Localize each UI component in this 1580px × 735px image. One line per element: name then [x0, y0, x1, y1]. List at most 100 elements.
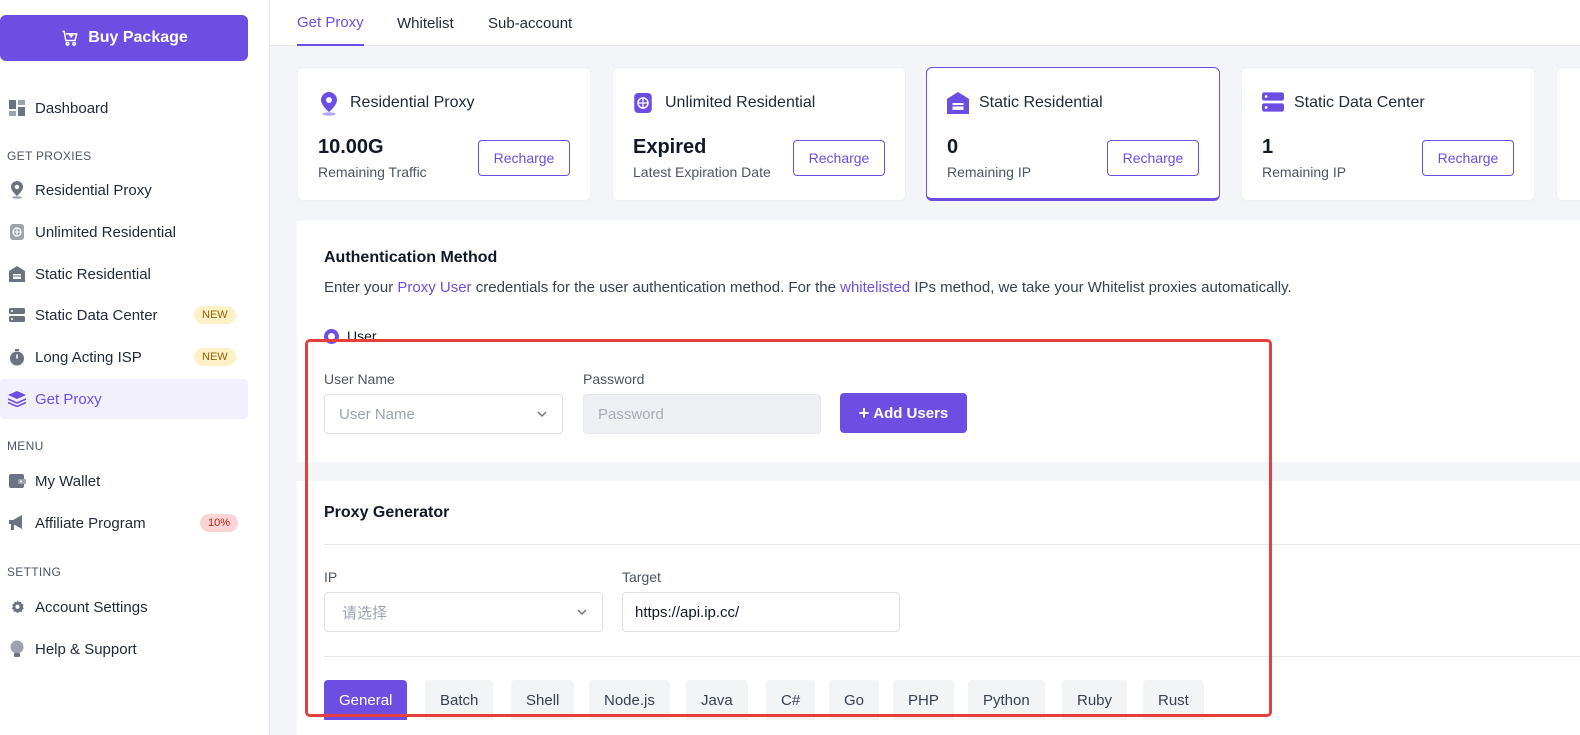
desc-text: credentials for the user authentication …	[471, 279, 841, 296]
globe-box-icon	[633, 92, 655, 114]
radio-user[interactable]: User	[324, 328, 377, 344]
layers-icon	[8, 390, 26, 408]
radio-dot	[324, 328, 339, 344]
discount-badge: 10%	[200, 514, 239, 532]
desc-text: IPs method, we take your Whitelist proxi…	[910, 279, 1292, 296]
sidebar-item-label: Dashboard	[35, 99, 109, 117]
sidebar: Buy Package Dashboard GET PROXIES Reside…	[0, 0, 270, 735]
gear-icon	[8, 598, 26, 616]
divider	[324, 544, 1580, 545]
card-subtitle: Remaining Traffic	[318, 164, 427, 180]
auth-title: Authentication Method	[324, 249, 498, 266]
target-input[interactable]: https://api.ip.cc/	[622, 592, 900, 632]
recharge-button[interactable]: Recharge	[478, 140, 570, 176]
card-title: Residential Proxy	[350, 94, 475, 111]
location-pin-icon	[8, 181, 26, 199]
card-unlimited-residential: Unlimited Residential Expired Latest Exp…	[612, 67, 906, 201]
sidebar-item-label: Long Acting ISP	[35, 348, 142, 366]
card-partial	[1556, 67, 1580, 201]
password-label: Password	[583, 371, 645, 387]
sidebar-item-help-support[interactable]: Help & Support	[0, 629, 248, 669]
wallet-icon	[8, 472, 26, 490]
username-label: User Name	[324, 371, 395, 387]
proxy-user-link[interactable]: Proxy User	[397, 279, 471, 296]
card-title: Static Data Center	[1294, 94, 1425, 111]
ip-placeholder: 请选择	[342, 604, 388, 622]
ip-label: IP	[324, 569, 338, 585]
sidebar-item-label: My Wallet	[35, 472, 101, 490]
target-value: https://api.ip.cc/	[635, 603, 740, 621]
sidebar-item-get-proxy[interactable]: Get Proxy	[0, 379, 248, 419]
desc-text: Enter your	[324, 279, 398, 296]
sidebar-item-long-acting-isp[interactable]: Long Acting ISP NEW	[0, 337, 248, 377]
ip-select[interactable]: 请选择	[324, 592, 603, 632]
code-tab-php[interactable]: PHP	[893, 680, 954, 720]
code-tab-rust[interactable]: Rust	[1143, 680, 1204, 720]
top-tab-bar: Get Proxy Whitelist Sub-account	[270, 0, 1580, 46]
house-icon	[8, 265, 26, 283]
username-select[interactable]: User Name	[324, 394, 563, 434]
add-users-label: Add Users	[873, 404, 949, 422]
auth-description: Enter your Proxy User credentials for th…	[324, 279, 1292, 296]
lightbulb-icon	[8, 640, 26, 658]
globe-box-icon	[8, 223, 26, 241]
code-tab-java[interactable]: Java	[686, 680, 748, 720]
recharge-button[interactable]: Recharge	[793, 140, 885, 176]
buy-package-button[interactable]: Buy Package	[0, 15, 248, 61]
card-subtitle: Latest Expiration Date	[633, 164, 771, 180]
sidebar-item-residential-proxy[interactable]: Residential Proxy	[0, 170, 248, 210]
code-tab-python[interactable]: Python	[968, 680, 1045, 720]
code-tab-csharp[interactable]: C#	[766, 680, 816, 720]
buy-package-label: Buy Package	[88, 29, 188, 46]
sidebar-item-static-data-center[interactable]: Static Data Center NEW	[0, 295, 248, 335]
sidebar-item-label: Residential Proxy	[35, 181, 152, 199]
divider	[324, 656, 1580, 657]
code-tab-general[interactable]: General	[324, 680, 408, 720]
new-badge: NEW	[194, 306, 236, 324]
sidebar-item-label: Unlimited Residential	[35, 223, 176, 241]
sidebar-item-unlimited-residential[interactable]: Unlimited Residential	[0, 212, 248, 252]
card-value: 1	[1262, 136, 1274, 158]
code-tab-nodejs[interactable]: Node.js	[589, 680, 670, 720]
card-residential-proxy: Residential Proxy 10.00G Remaining Traff…	[297, 67, 591, 201]
code-tab-ruby[interactable]: Ruby	[1062, 680, 1128, 720]
password-field[interactable]: Password	[583, 394, 821, 434]
tab-get-proxy[interactable]: Get Proxy	[297, 0, 364, 46]
username-placeholder: User Name	[339, 405, 415, 423]
sidebar-item-label: Get Proxy	[35, 390, 102, 408]
server-icon	[1262, 92, 1284, 114]
add-users-button[interactable]: + Add Users	[840, 393, 967, 433]
radio-label: User	[347, 328, 377, 344]
target-label: Target	[622, 569, 661, 585]
sidebar-item-label: Help & Support	[35, 640, 137, 658]
new-badge: NEW	[194, 348, 236, 366]
tab-sub-account[interactable]: Sub-account	[488, 0, 572, 46]
card-title: Static Residential	[979, 94, 1103, 111]
whitelisted-link[interactable]: whitelisted	[840, 279, 910, 296]
code-tab-batch[interactable]: Batch	[425, 680, 494, 720]
password-placeholder: Password	[598, 405, 664, 423]
sidebar-item-affiliate-program[interactable]: Affiliate Program 10%	[0, 503, 248, 543]
code-tab-go[interactable]: Go	[829, 680, 880, 720]
server-icon	[8, 306, 26, 324]
location-pin-icon	[318, 92, 340, 116]
sidebar-item-dashboard[interactable]: Dashboard	[0, 88, 248, 128]
card-value: Expired	[633, 136, 707, 158]
recharge-button[interactable]: Recharge	[1422, 140, 1514, 176]
tab-whitelist[interactable]: Whitelist	[397, 0, 454, 46]
sidebar-item-account-settings[interactable]: Account Settings	[0, 587, 248, 627]
megaphone-icon	[8, 514, 26, 532]
card-subtitle: Remaining IP	[947, 164, 1032, 180]
section-get-proxies: GET PROXIES	[7, 149, 92, 163]
section-setting: SETTING	[7, 565, 62, 579]
sidebar-item-static-residential[interactable]: Static Residential	[0, 254, 248, 294]
house-icon	[947, 92, 969, 114]
chevron-down-icon	[577, 609, 587, 615]
sidebar-item-my-wallet[interactable]: My Wallet	[0, 461, 248, 501]
card-title: Unlimited Residential	[665, 94, 816, 111]
recharge-button[interactable]: Recharge	[1107, 140, 1199, 176]
sidebar-item-label: Affiliate Program	[35, 514, 146, 532]
code-tab-shell[interactable]: Shell	[511, 680, 575, 720]
chevron-down-icon	[537, 411, 547, 417]
card-value: 0	[947, 136, 959, 158]
